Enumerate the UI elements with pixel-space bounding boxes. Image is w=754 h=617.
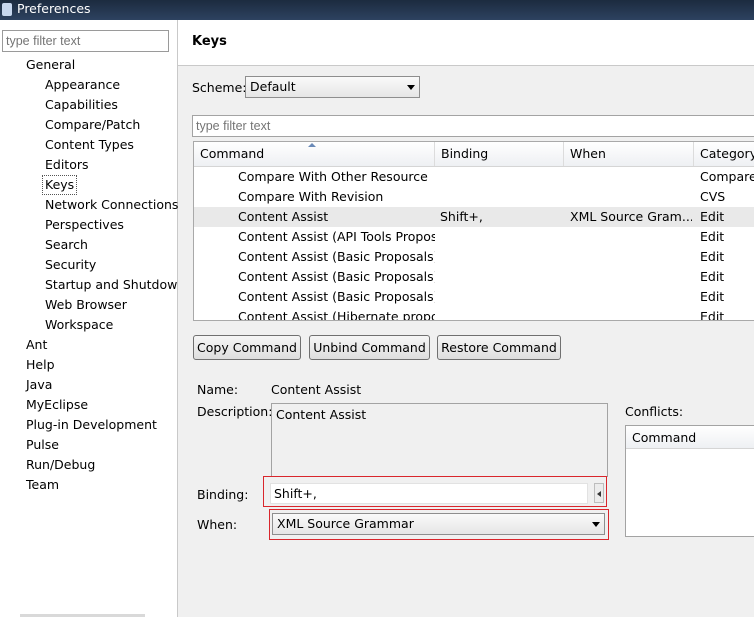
tree-item-network-connections[interactable]: Network Connections — [45, 196, 178, 214]
cell-category: Compare — [700, 169, 754, 184]
description-value: Content Assist — [276, 407, 367, 422]
table-row[interactable]: Compare With Other Resource Compare — [194, 167, 754, 187]
cell-category: Edit — [700, 249, 725, 264]
when-label: When: — [197, 517, 238, 532]
description-box[interactable]: Content Assist — [271, 403, 608, 477]
page-title: Keys — [192, 34, 227, 49]
app-icon — [2, 3, 12, 16]
table-row[interactable]: Content Assist (Hibernate proposals) Edit — [194, 307, 754, 321]
scheme-dropdown[interactable]: Default — [245, 76, 420, 98]
binding-value: Shift+, — [274, 486, 317, 501]
tree-item-team[interactable]: Team — [26, 476, 59, 494]
tree-item-ant[interactable]: Ant — [26, 336, 47, 354]
tree-item-myeclipse[interactable]: MyEclipse — [26, 396, 88, 414]
tree-item-run-debug[interactable]: Run/Debug — [26, 456, 95, 474]
description-label: Description: — [197, 404, 273, 419]
column-header-label: Category — [700, 146, 754, 161]
tree-item-editors[interactable]: Editors — [45, 156, 89, 174]
tree-item-plug-in-development[interactable]: Plug-in Development — [26, 416, 157, 434]
column-header-label: Binding — [441, 146, 489, 161]
chevron-down-icon — [592, 522, 600, 527]
cell-category: CVS — [700, 189, 726, 204]
column-header-label: Command — [200, 146, 265, 161]
cell-binding: Shift+, — [440, 209, 483, 224]
binding-menu-button[interactable] — [594, 483, 604, 503]
key-bindings-table[interactable]: Command Binding When Category Compare Wi… — [193, 141, 754, 321]
cell-command: Content Assist (Hibernate proposals) — [238, 309, 435, 321]
scheme-value: Default — [250, 79, 296, 94]
column-header-binding[interactable]: Binding — [435, 142, 564, 166]
column-header-command[interactable]: Command — [194, 142, 435, 166]
tree-item-search[interactable]: Search — [45, 236, 88, 254]
tree-item-workspace[interactable]: Workspace — [45, 316, 113, 334]
cell-category: Edit — [700, 229, 725, 244]
tree-item-keys[interactable]: Keys — [41, 175, 78, 195]
cell-command: Content Assist (Basic Proposals) — [238, 269, 435, 284]
tree-item-help[interactable]: Help — [26, 356, 55, 374]
conflicts-column-command[interactable]: Command — [632, 430, 696, 445]
cell-category: Edit — [700, 289, 725, 304]
tree-item-pulse[interactable]: Pulse — [26, 436, 59, 454]
when-value: XML Source Grammar — [277, 516, 414, 531]
binding-field[interactable]: Shift+, — [270, 483, 588, 504]
tree-item-java[interactable]: Java — [26, 376, 52, 394]
binding-label: Binding: — [197, 487, 249, 502]
page-header: Keys — [178, 20, 754, 66]
table-row[interactable]: Content Assist Shift+, XML Source Gram... E… — [194, 207, 754, 227]
tree-item-capabilities[interactable]: Capabilities — [45, 96, 118, 114]
table-row[interactable]: Content Assist (Basic Proposals) Edit — [194, 247, 754, 267]
cell-command: Content Assist — [238, 209, 329, 224]
column-header-category[interactable]: Category — [694, 142, 754, 166]
window-titlebar: Preferences — [0, 0, 754, 20]
chevron-down-icon — [407, 85, 415, 90]
keys-preference-page: Keys Scheme: Default Command Binding Whe… — [178, 20, 754, 617]
conflicts-table-header: Command — [626, 426, 754, 449]
tree-item-security[interactable]: Security — [45, 256, 96, 274]
cell-command: Compare With Revision — [238, 189, 384, 204]
tree-item-content-types[interactable]: Content Types — [45, 136, 134, 154]
restore-command-button[interactable]: Restore Command — [437, 335, 561, 360]
column-header-when[interactable]: When — [564, 142, 694, 166]
tree-item-perspectives[interactable]: Perspectives — [45, 216, 124, 234]
cell-category: Edit — [700, 269, 725, 284]
tree-filter-input[interactable] — [2, 30, 169, 52]
tree-item-general[interactable]: General — [26, 56, 75, 74]
table-row[interactable]: Compare With Revision CVS — [194, 187, 754, 207]
table-header: Command Binding When Category — [194, 142, 754, 167]
scheme-label: Scheme: — [192, 80, 247, 95]
cell-command: Content Assist (Basic Proposals) — [238, 289, 435, 304]
conflicts-table[interactable]: Command — [625, 425, 754, 537]
when-dropdown[interactable]: XML Source Grammar — [272, 513, 605, 535]
cell-category: Edit — [700, 209, 725, 224]
table-row[interactable]: Content Assist (API Tools Proposals) Edit — [194, 227, 754, 247]
sort-ascending-icon — [308, 143, 316, 147]
tree-item-appearance[interactable]: Appearance — [45, 76, 120, 94]
cell-command: Compare With Other Resource — [238, 169, 428, 184]
command-name-value: Content Assist — [271, 382, 362, 397]
chevron-left-icon — [597, 491, 601, 497]
cell-command: Content Assist (Basic Proposals) — [238, 249, 435, 264]
unbind-command-button[interactable]: Unbind Command — [309, 335, 430, 360]
table-row[interactable]: Content Assist (Basic Proposals) Edit — [194, 267, 754, 287]
conflicts-label: Conflicts: — [625, 404, 684, 419]
preferences-tree-panel: General Appearance Capabilities Compare/Pat… — [0, 20, 185, 617]
cell-command: Content Assist (API Tools Proposals) — [238, 229, 435, 244]
cell-when: XML Source Gram... — [570, 209, 692, 224]
command-filter-input[interactable] — [192, 115, 754, 137]
cell-category: Edit — [700, 309, 725, 321]
window-title: Preferences — [17, 1, 91, 16]
copy-command-button[interactable]: Copy Command — [193, 335, 301, 360]
name-label: Name: — [197, 382, 239, 397]
tree-item-compare-patch[interactable]: Compare/Patch — [45, 116, 140, 134]
column-header-label: When — [570, 146, 606, 161]
tree-item-startup-and-shutdown[interactable]: Startup and Shutdown — [45, 276, 185, 294]
table-row[interactable]: Content Assist (Basic Proposals) Edit — [194, 287, 754, 307]
tree-item-web-browser[interactable]: Web Browser — [45, 296, 127, 314]
